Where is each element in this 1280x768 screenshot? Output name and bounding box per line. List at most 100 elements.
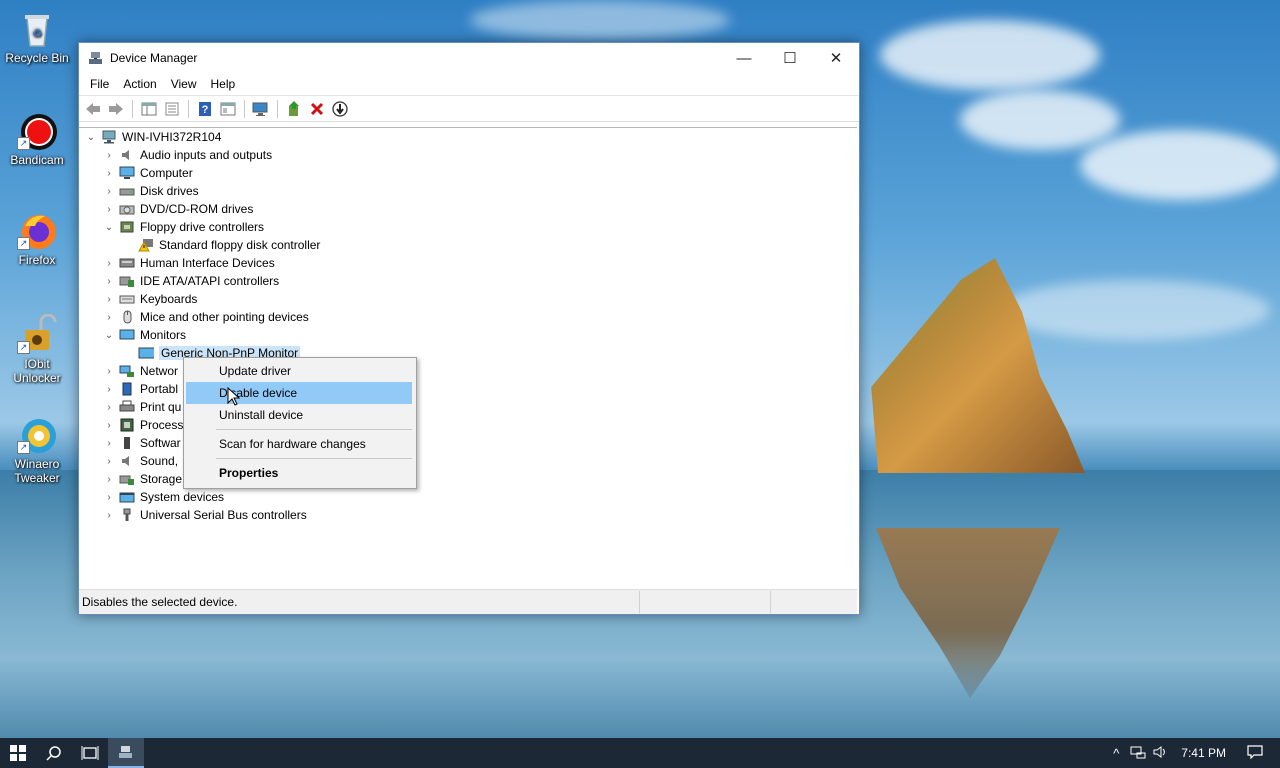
- show-hide-console-tree-icon: [141, 102, 157, 115]
- volume-icon[interactable]: [1149, 745, 1171, 762]
- tree-item-network[interactable]: › Networ: [103, 362, 178, 380]
- tree-item-audio[interactable]: › Audio inputs and outputs: [103, 146, 272, 164]
- software-device-icon: [119, 436, 135, 450]
- chevron-right-icon[interactable]: ›: [103, 150, 115, 161]
- tree-item-ide-controllers[interactable]: › IDE ATA/ATAPI controllers: [103, 272, 279, 290]
- update-driver-button[interactable]: [284, 99, 304, 119]
- chevron-right-icon[interactable]: ›: [103, 474, 115, 485]
- network-adapter-icon: [119, 364, 135, 378]
- search-button[interactable]: [36, 738, 72, 768]
- tree-item-storage[interactable]: › Storage: [103, 470, 182, 488]
- tree-item-standard-floppy-controller[interactable]: Standard floppy disk controller: [122, 236, 320, 254]
- desktop-icon-firefox[interactable]: ↗ Firefox: [4, 210, 70, 267]
- chevron-right-icon[interactable]: ›: [103, 258, 115, 269]
- computer-icon: [101, 130, 117, 144]
- chevron-right-icon[interactable]: ›: [103, 276, 115, 287]
- winaero-tweaker-icon: ↗: [17, 414, 57, 454]
- title-bar[interactable]: Device Manager — ☐ ✕: [79, 43, 859, 73]
- maximize-button[interactable]: ☐: [767, 43, 813, 73]
- tree-item-print-queues[interactable]: › Print qu: [103, 398, 181, 416]
- taskbar-device-manager[interactable]: [108, 738, 144, 768]
- show-hide-console-tree-button[interactable]: [139, 99, 159, 119]
- chevron-right-icon[interactable]: ›: [103, 384, 115, 395]
- monitor-icon: [138, 346, 154, 360]
- bandicam-icon: ↗: [17, 110, 57, 150]
- chevron-right-icon[interactable]: ›: [103, 204, 115, 215]
- tree-item-sound[interactable]: › Sound,: [103, 452, 178, 470]
- device-manager-window[interactable]: Device Manager — ☐ ✕ File Action View He…: [78, 42, 860, 615]
- help-icon: ?: [199, 101, 211, 116]
- tree-item-hid[interactable]: › Human Interface Devices: [103, 254, 274, 272]
- scan-hardware-button[interactable]: [251, 99, 271, 119]
- menu-view[interactable]: View: [164, 77, 204, 91]
- tree-item-processors[interactable]: › Process: [103, 416, 183, 434]
- view-button[interactable]: [218, 99, 238, 119]
- help-button[interactable]: ?: [195, 99, 215, 119]
- menu-action[interactable]: Action: [116, 77, 163, 91]
- desktop-icon-iobit-unlocker[interactable]: ↗ IObit Unlocker: [4, 313, 70, 385]
- notifications-icon[interactable]: [1244, 744, 1266, 762]
- tree-item-software[interactable]: › Softwar: [103, 434, 180, 452]
- toolbar-separator: [244, 99, 245, 118]
- task-view-button[interactable]: [72, 738, 108, 768]
- monitor-icon: [119, 328, 135, 342]
- minimize-button[interactable]: —: [721, 43, 767, 73]
- chevron-right-icon[interactable]: ›: [103, 420, 115, 431]
- network-icon[interactable]: [1127, 745, 1149, 762]
- close-button[interactable]: ✕: [813, 43, 859, 73]
- chevron-right-icon[interactable]: ›: [103, 168, 115, 179]
- view-icon: [220, 102, 236, 115]
- context-menu: Update driver Disable device Uninstall d…: [183, 357, 417, 489]
- tree-item-system-devices[interactable]: › System devices: [103, 488, 224, 506]
- chevron-right-icon[interactable]: ›: [103, 492, 115, 503]
- chevron-right-icon[interactable]: ›: [103, 456, 115, 467]
- chevron-right-icon[interactable]: ›: [103, 294, 115, 305]
- tree-item-computer[interactable]: › Computer: [103, 164, 192, 182]
- menu-item-update-driver[interactable]: Update driver: [186, 360, 412, 382]
- chevron-down-icon[interactable]: ⌄: [85, 132, 97, 143]
- chevron-right-icon[interactable]: ›: [103, 402, 115, 413]
- tree-item-monitors[interactable]: ⌄ Monitors: [103, 326, 186, 344]
- menu-item-properties[interactable]: Properties: [186, 462, 412, 484]
- tree-item-mice[interactable]: › Mice and other pointing devices: [103, 308, 308, 326]
- chevron-right-icon[interactable]: ›: [103, 186, 115, 197]
- menu-file[interactable]: File: [83, 77, 116, 91]
- menu-help[interactable]: Help: [204, 77, 243, 91]
- desktop-icon-recycle-bin[interactable]: ♻ Recycle Bin: [4, 8, 70, 65]
- disable-device-icon: [332, 100, 348, 117]
- tree-item-dvd-drives[interactable]: › DVD/CD-ROM drives: [103, 200, 253, 218]
- start-button[interactable]: [0, 738, 36, 768]
- chevron-down-icon[interactable]: ⌄: [103, 330, 115, 341]
- dvd-drive-icon: [119, 202, 135, 216]
- menu-item-scan-hardware[interactable]: Scan for hardware changes: [186, 433, 412, 455]
- recycle-bin-icon: ♻: [17, 8, 57, 48]
- tree-root[interactable]: ⌄ WIN-IVHI372R104: [85, 128, 222, 146]
- system-device-icon: [119, 490, 135, 504]
- monitor-icon: [119, 166, 135, 180]
- tree-item-disk-drives[interactable]: › Disk drives: [103, 182, 198, 200]
- back-button[interactable]: [83, 99, 103, 119]
- uninstall-button[interactable]: [307, 99, 327, 119]
- disable-device-button[interactable]: [330, 99, 350, 119]
- chevron-right-icon[interactable]: ›: [103, 510, 115, 521]
- taskbar-clock[interactable]: 7:41 PM: [1181, 746, 1226, 760]
- chevron-down-icon[interactable]: ⌄: [103, 222, 115, 233]
- speaker-icon: [119, 454, 135, 468]
- chevron-up-icon[interactable]: ^: [1105, 746, 1127, 761]
- tree-item-keyboards[interactable]: › Keyboards: [103, 290, 197, 308]
- storage-controller-icon: [119, 472, 135, 486]
- chevron-right-icon[interactable]: ›: [103, 312, 115, 323]
- chevron-right-icon[interactable]: ›: [103, 366, 115, 377]
- desktop-icon-winaero-tweaker[interactable]: ↗ Winaero Tweaker: [4, 414, 70, 485]
- monitor-scan-icon: [252, 102, 268, 116]
- chevron-right-icon[interactable]: ›: [103, 438, 115, 449]
- menu-item-uninstall-device[interactable]: Uninstall device: [186, 404, 412, 426]
- keyboard-icon: [119, 292, 135, 306]
- tree-item-floppy-controllers[interactable]: ⌄ Floppy drive controllers: [103, 218, 264, 236]
- desktop-icon-bandicam[interactable]: ↗ Bandicam: [4, 110, 70, 167]
- properties-sheet-button[interactable]: [162, 99, 182, 119]
- tree-item-usb-controllers[interactable]: › Universal Serial Bus controllers: [103, 506, 306, 524]
- forward-button[interactable]: [106, 99, 126, 119]
- tree-item-portable[interactable]: › Portabl: [103, 380, 178, 398]
- menu-item-disable-device[interactable]: Disable device: [186, 382, 412, 404]
